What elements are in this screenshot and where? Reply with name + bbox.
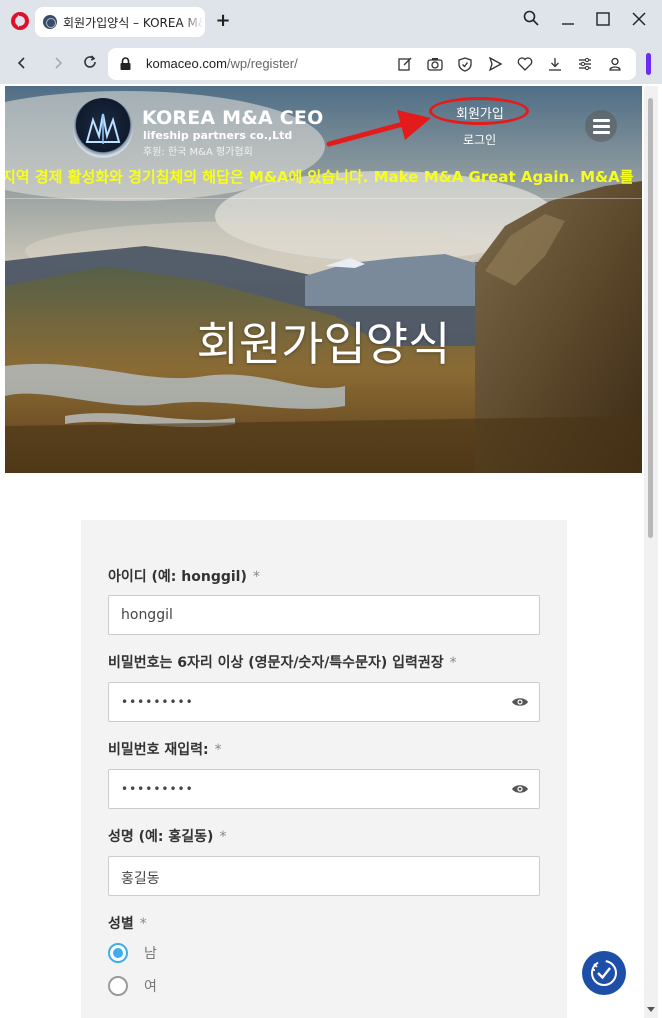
password-confirm-label-text: 비밀번호 재입력: (108, 742, 209, 758)
site-favicon-icon (43, 15, 57, 29)
search-icon[interactable] (520, 10, 542, 32)
accessibility-button[interactable] (582, 951, 626, 995)
brand-sponsor: 후원: 한국 M&A 평가협회 (143, 147, 253, 158)
new-tab-button[interactable]: + (212, 10, 234, 32)
gender-label: 성별 * (108, 913, 147, 933)
url-path: /wp/register/ (226, 56, 298, 71)
page-scrollbar[interactable] (644, 86, 658, 1018)
annotation-arrow-icon (326, 110, 431, 147)
password-confirm-label: 비밀번호 재입력: * (108, 739, 222, 759)
password-confirm-value: ••••••••• (121, 782, 194, 796)
tabs-icon[interactable] (574, 54, 596, 74)
minimize-icon[interactable] (557, 10, 579, 32)
gender-female-label: 여 (144, 979, 157, 995)
required-mark: * (252, 569, 260, 585)
camera-icon[interactable] (424, 54, 446, 74)
password-input[interactable]: ••••••••• (108, 682, 540, 722)
profile-icon[interactable] (604, 54, 626, 74)
menu-hamburger-button[interactable] (585, 110, 617, 142)
username-label-text: 아이디 (예: honggil) (108, 569, 247, 585)
ticker-divider (5, 198, 642, 199)
download-icon[interactable] (544, 54, 566, 74)
url-host: komaceo.com (146, 56, 227, 71)
news-ticker: 지역 경제 활성화와 경기침체의 해답은 M&A에 있습니다. Make M&A… (5, 168, 634, 186)
forward-button[interactable] (46, 52, 70, 76)
password-label: 비밀번호는 6자리 이상 (영문자/숫자/특수문자) 입력권장 * (108, 652, 457, 672)
close-icon[interactable] (628, 10, 650, 32)
name-input[interactable]: 홍길동 (108, 856, 540, 896)
name-label: 성명 (예: 홍길동) * (108, 826, 226, 846)
gender-option-female[interactable]: 여 (108, 976, 157, 996)
gender-female-radio[interactable] (108, 976, 128, 996)
password-label-text: 비밀번호는 6자리 이상 (영문자/숫자/특수문자) 입력권장 (108, 655, 444, 671)
required-mark: * (219, 829, 227, 845)
page-title: 회원가입양식 (196, 317, 451, 371)
password-value: ••••••••• (121, 695, 194, 709)
registration-form: 아이디 (예: honggil) * honggil 비밀번호는 6자리 이상 (… (81, 520, 567, 1018)
username-input[interactable]: honggil (108, 595, 540, 635)
brand-title[interactable]: KOREA M&A CEO (142, 107, 323, 129)
nav-login-link[interactable]: 로그인 (463, 131, 496, 148)
url-field[interactable]: komaceo.com/wp/register/ (108, 48, 636, 80)
gender-male-radio[interactable] (108, 943, 128, 963)
username-label: 아이디 (예: honggil) * (108, 566, 260, 586)
gender-label-text: 성별 (108, 916, 134, 932)
nav-signup-link[interactable]: 회원가입 (456, 103, 504, 122)
maximize-icon[interactable] (592, 10, 614, 32)
password-confirm-input[interactable]: ••••••••• (108, 769, 540, 809)
gender-male-label: 남 (144, 946, 157, 962)
reload-button[interactable] (78, 52, 102, 76)
tab-title: 회원가입양식 – KOREA M&A CEO (63, 15, 203, 30)
opera-logo-icon[interactable] (11, 12, 29, 30)
sidebar-handle[interactable] (646, 53, 651, 75)
show-password-confirm-eye-icon[interactable] (511, 783, 529, 795)
scroll-down-arrow-icon[interactable] (647, 1007, 655, 1012)
brand-subtitle: lifeship partners co.,Ltd (143, 129, 293, 142)
required-mark: * (214, 742, 222, 758)
site-logo-icon[interactable] (73, 98, 133, 158)
scrollbar-thumb[interactable] (648, 98, 653, 538)
name-label-text: 성명 (예: 홍길동) (108, 829, 214, 845)
url-text: komaceo.com/wp/register/ (146, 56, 298, 71)
required-mark: * (139, 916, 147, 932)
hero-banner: KOREA M&A CEO lifeship partners co.,Ltd … (5, 86, 642, 473)
edit-icon[interactable] (394, 54, 416, 74)
accessibility-check-icon (591, 960, 617, 986)
gender-option-male[interactable]: 남 (108, 943, 157, 963)
shield-icon[interactable] (454, 54, 476, 74)
address-bar: komaceo.com/wp/register/ (0, 44, 662, 84)
back-button[interactable] (10, 52, 34, 76)
required-mark: * (449, 655, 457, 671)
browser-tab[interactable]: 회원가입양식 – KOREA M&A CEO (35, 7, 205, 37)
heart-icon[interactable] (514, 54, 536, 74)
send-icon[interactable] (484, 54, 506, 74)
lock-icon (120, 57, 131, 70)
tab-bar: 회원가입양식 – KOREA M&A CEO + (0, 0, 662, 44)
show-password-eye-icon[interactable] (511, 696, 529, 708)
page-viewport: KOREA M&A CEO lifeship partners co.,Ltd … (5, 86, 642, 1018)
